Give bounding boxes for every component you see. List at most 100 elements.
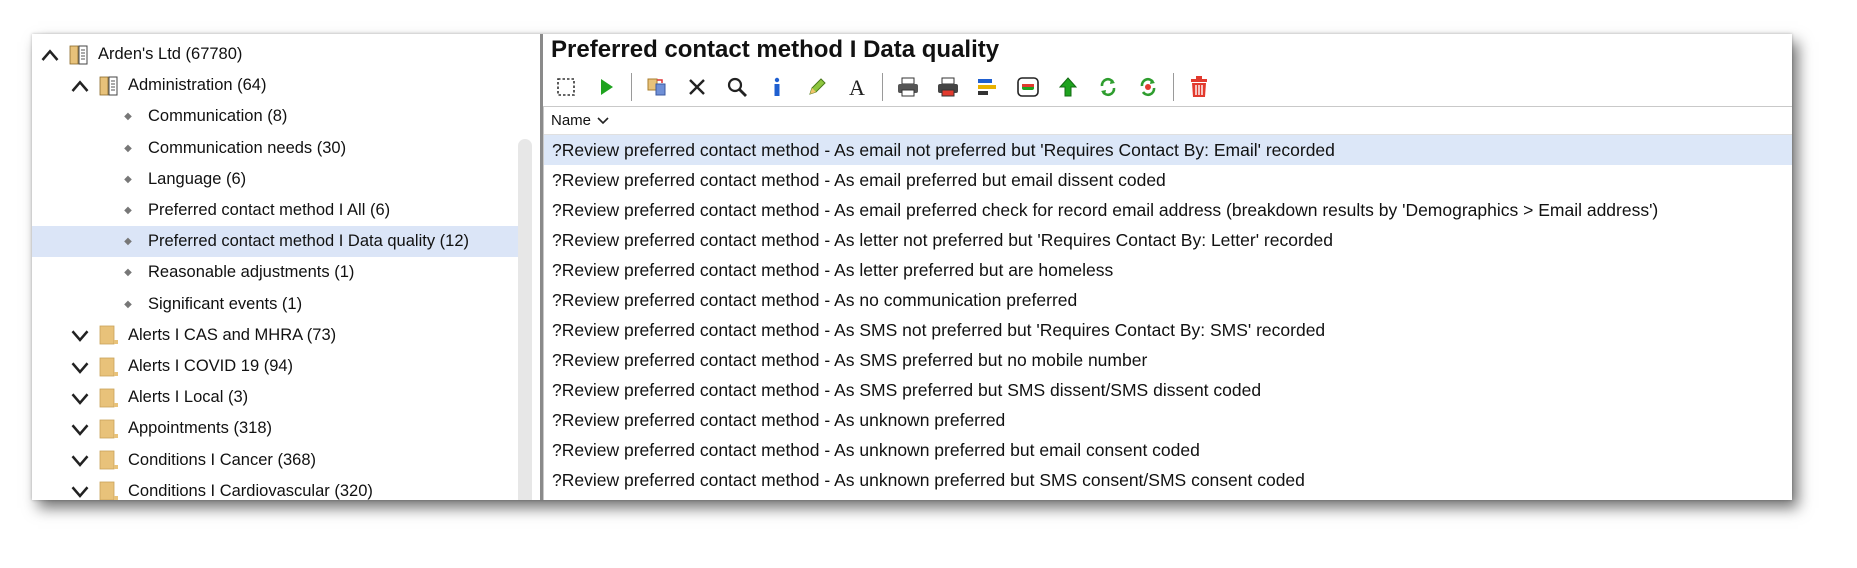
tree-item[interactable]: ◆ Communication needs (30) bbox=[32, 133, 522, 164]
tree-item[interactable]: Conditions I Cardiovascular (320) bbox=[32, 476, 522, 500]
toolbar-separator bbox=[882, 73, 883, 101]
refresh-icon bbox=[1100, 77, 1116, 97]
move-up-button[interactable] bbox=[1051, 71, 1085, 103]
folder-icon bbox=[99, 325, 118, 345]
tree-item[interactable]: Conditions I Cancer (368) bbox=[32, 445, 522, 476]
tree-item-label: Arden's Ltd (67780) bbox=[98, 45, 243, 63]
run-button[interactable] bbox=[589, 71, 623, 103]
tree-item-label: Alerts I CAS and MHRA (73) bbox=[128, 325, 337, 344]
print-button[interactable] bbox=[891, 71, 925, 103]
list-item[interactable]: ?Review preferred contact method - As un… bbox=[544, 405, 1792, 435]
chevron-down-icon[interactable] bbox=[70, 357, 90, 377]
folder-icon bbox=[99, 450, 118, 470]
delete-icon bbox=[689, 79, 705, 95]
list-item[interactable]: ?Review preferred contact method - As em… bbox=[544, 135, 1792, 165]
list-item[interactable]: ?Review preferred contact method - As un… bbox=[544, 435, 1792, 465]
bullet-icon: ◆ bbox=[124, 267, 132, 279]
chevron-down-icon[interactable] bbox=[70, 481, 90, 500]
chevron-up-icon[interactable] bbox=[70, 76, 90, 96]
info-button[interactable] bbox=[760, 71, 794, 103]
bullet-icon: ◆ bbox=[124, 173, 132, 185]
tree-item-label: Alerts I Local (3) bbox=[128, 388, 249, 407]
list-item[interactable]: ?Review preferred contact method - As no… bbox=[544, 285, 1792, 315]
tree-item-label: Preferred contact method I All (6) bbox=[148, 201, 391, 219]
bullet-icon: ◆ bbox=[124, 298, 132, 310]
chevron-down-icon[interactable] bbox=[70, 419, 90, 439]
tree-item[interactable]: ◆ Preferred contact method I Data quality… bbox=[32, 226, 522, 258]
bullet-icon: ◆ bbox=[124, 236, 132, 248]
list-item[interactable]: ?Review preferred contact method - As SM… bbox=[544, 375, 1792, 405]
edit-button[interactable] bbox=[800, 71, 834, 103]
toolbar: A bbox=[549, 70, 1222, 104]
select-icon bbox=[557, 78, 575, 96]
report-icon bbox=[978, 79, 996, 95]
tree-item-label: Communication (8) bbox=[148, 107, 288, 126]
tree-item-label: Language (6) bbox=[148, 169, 247, 188]
report-list: Name ?Review preferred contact method - … bbox=[543, 106, 1792, 500]
book-icon bbox=[69, 45, 88, 64]
trash-icon bbox=[1191, 76, 1207, 97]
print-red-button[interactable] bbox=[931, 71, 965, 103]
move-up-icon bbox=[1058, 77, 1078, 97]
tree-item[interactable]: Alerts I CAS and MHRA (73) bbox=[32, 320, 522, 351]
column-header-name[interactable]: Name bbox=[544, 107, 1792, 135]
report-button[interactable] bbox=[971, 71, 1005, 103]
font-button[interactable]: A bbox=[840, 71, 874, 103]
tree-item[interactable]: Appointments (318) bbox=[32, 413, 522, 444]
window: Arden's Ltd (67780) Administration (64) ◆ C… bbox=[32, 34, 1792, 500]
tree-item[interactable]: ◆ Preferred contact method I All (6) bbox=[32, 195, 522, 226]
tree-item-label: Appointments (318) bbox=[128, 419, 272, 438]
tree-item-label: Preferred contact method I Data quality … bbox=[148, 232, 469, 251]
list-item[interactable]: ?Review preferred contact method - As le… bbox=[544, 255, 1792, 285]
column-header-label: Name bbox=[551, 112, 592, 129]
tree-item-label: Conditions I Cancer (368) bbox=[128, 450, 317, 469]
toolbar-separator bbox=[1173, 73, 1174, 101]
tree-item-label: Significant events (1) bbox=[148, 294, 303, 313]
refresh-button[interactable] bbox=[1091, 71, 1125, 103]
bullet-icon: ◆ bbox=[124, 142, 132, 154]
run-icon bbox=[601, 79, 613, 95]
main-pane: Preferred contact method I Data quality … bbox=[543, 34, 1792, 500]
list-item[interactable]: ?Review preferred contact method - As em… bbox=[544, 195, 1792, 225]
select-button[interactable] bbox=[549, 71, 583, 103]
tree-item[interactable]: ◆ Reasonable adjustments (1) bbox=[32, 257, 522, 288]
tree-item-label: Communication needs (30) bbox=[148, 138, 347, 157]
tree-item[interactable]: ◆ Significant events (1) bbox=[32, 289, 522, 320]
chevron-down-icon[interactable] bbox=[70, 325, 90, 345]
tree-item[interactable]: ◆ Language (6) bbox=[32, 164, 522, 195]
duplicate-button[interactable] bbox=[640, 71, 674, 103]
duplicate-icon bbox=[647, 78, 666, 96]
chevron-down-icon[interactable] bbox=[70, 388, 90, 408]
tree-item[interactable]: ◆ Communication (8) bbox=[32, 101, 522, 132]
chevron-up-icon[interactable] bbox=[40, 45, 60, 65]
list-item[interactable]: ?Review preferred contact method - As le… bbox=[544, 225, 1792, 255]
list-item[interactable]: ?Review preferred contact method - As em… bbox=[544, 165, 1792, 195]
list-item[interactable]: ?Review preferred contact method - As SM… bbox=[544, 315, 1792, 345]
delete-button[interactable] bbox=[680, 71, 714, 103]
tree-item[interactable]: Alerts I Local (3) bbox=[32, 382, 522, 413]
export-button[interactable] bbox=[1011, 71, 1045, 103]
tree-item[interactable]: Alerts I COVID 19 (94) bbox=[32, 351, 522, 382]
svg-text:A: A bbox=[849, 76, 865, 98]
tree-item[interactable]: Administration (64) bbox=[32, 70, 522, 101]
list-item[interactable]: ?Review preferred contact method - As SM… bbox=[544, 345, 1792, 375]
info-icon bbox=[774, 77, 780, 96]
chevron-down-icon[interactable] bbox=[70, 450, 90, 470]
tree-scrollbar[interactable] bbox=[518, 139, 532, 500]
trash-button[interactable] bbox=[1182, 71, 1216, 103]
bullet-icon: ◆ bbox=[124, 111, 132, 123]
bullet-icon: ◆ bbox=[124, 205, 132, 216]
tree-item-label: Alerts I COVID 19 (94) bbox=[128, 357, 294, 375]
print-red-icon bbox=[938, 77, 958, 97]
font-icon: A bbox=[849, 76, 865, 98]
list-item[interactable]: ?Review preferred contact method - As un… bbox=[544, 465, 1792, 495]
search-button[interactable] bbox=[720, 71, 754, 103]
tree-item[interactable]: Arden's Ltd (67780) bbox=[32, 39, 522, 70]
page-title: Preferred contact method I Data quality bbox=[551, 36, 1000, 63]
print-icon bbox=[898, 77, 918, 97]
folder-icon bbox=[99, 357, 118, 376]
folder-icon bbox=[99, 481, 118, 500]
tree-item-label: Conditions I Cardiovascular (320) bbox=[128, 481, 373, 500]
refresh-selected-button[interactable] bbox=[1131, 71, 1165, 103]
chevron-down-icon bbox=[597, 116, 609, 124]
